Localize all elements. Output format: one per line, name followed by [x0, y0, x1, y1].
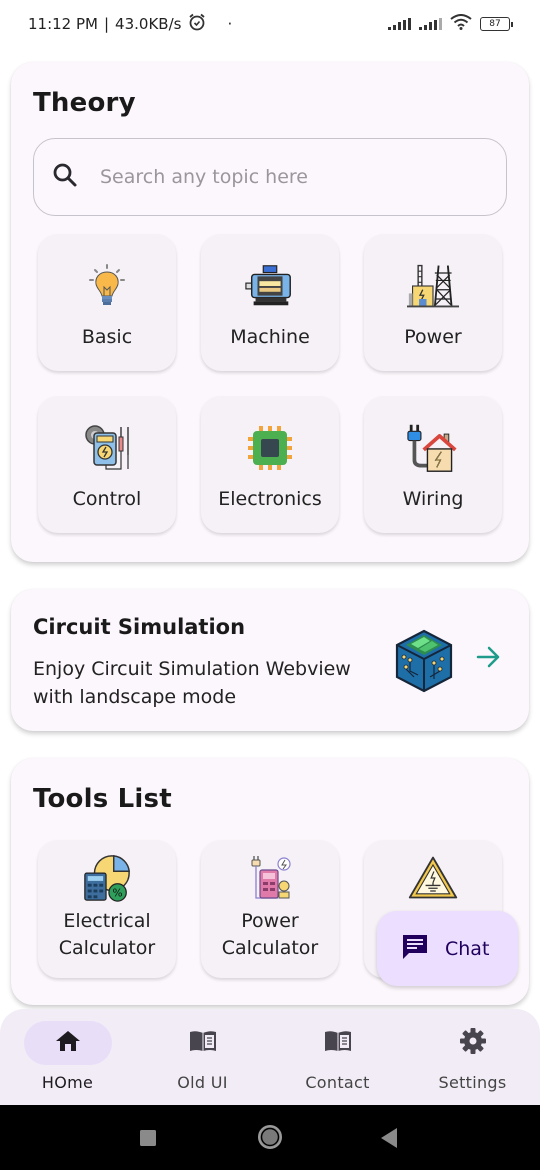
tool-item-electrical-calculator[interactable]: % Electrical Calculator [38, 840, 176, 978]
status-bar: 11:12 PM | 43.0KB/s · 87 [0, 0, 540, 48]
status-time: 11:12 PM [28, 15, 98, 33]
book-icon [323, 1029, 353, 1057]
home-button[interactable] [257, 1124, 283, 1154]
calculator-chart-icon: % [81, 852, 133, 904]
chat-button[interactable]: Chat [377, 911, 518, 986]
theory-grid: Basic Machine Power Control Electronics [38, 234, 502, 533]
theory-item-machine[interactable]: Machine [201, 234, 339, 371]
search-input[interactable] [100, 166, 506, 188]
back-button[interactable] [380, 1127, 398, 1153]
nav-indicator [429, 1021, 517, 1065]
gear-icon [459, 1027, 487, 1059]
simulation-description: Enjoy Circuit Simulation Webview with la… [33, 658, 351, 708]
signal-icon [388, 18, 411, 30]
house-plug-icon [407, 422, 459, 474]
tile-label: Power Calculator [221, 910, 319, 959]
arrow-right-icon[interactable] [476, 645, 502, 673]
tile-label: Electrical Calculator [58, 910, 156, 959]
theory-item-power[interactable]: Power [364, 234, 502, 371]
power-plant-icon [407, 260, 459, 312]
status-dot: · [227, 15, 233, 33]
battery-icon: 87 [480, 17, 513, 31]
search-box[interactable] [33, 138, 507, 216]
nav-item-settings[interactable]: Settings [405, 1009, 540, 1105]
tile-label: Basic [81, 326, 133, 348]
theory-title: Theory [33, 88, 136, 118]
tile-label: Wiring [402, 488, 464, 510]
signal-icon [419, 18, 442, 30]
motor-icon [244, 260, 296, 312]
wifi-icon [450, 14, 472, 34]
nav-item-home[interactable]: HOme [0, 1009, 135, 1105]
battery-level: 87 [489, 19, 501, 29]
nav-label: Settings [438, 1073, 507, 1092]
nav-indicator [23, 1021, 112, 1065]
tile-label: Electronics [218, 488, 322, 510]
status-right: 87 [388, 14, 513, 34]
svg-text:%: % [113, 887, 123, 899]
home-icon [55, 1029, 81, 1057]
power-calculator-icon [244, 852, 296, 904]
multimeter-icon [81, 422, 133, 474]
status-separator: | [103, 15, 110, 33]
theory-card: Theory Basic Machine Power [11, 62, 529, 562]
nav-indicator [159, 1021, 247, 1065]
theory-item-control[interactable]: Control [38, 396, 176, 533]
bottom-navigation: HOme Old UI Contact Settings [0, 1009, 540, 1105]
tile-label: Power [404, 326, 462, 348]
nav-label: Old UI [177, 1073, 228, 1092]
theory-item-basic[interactable]: Basic [38, 234, 176, 371]
nav-item-contact[interactable]: Contact [270, 1009, 405, 1105]
electrical-warning-icon [407, 852, 459, 904]
nav-label: Contact [305, 1073, 370, 1092]
nav-indicator [294, 1021, 382, 1065]
chat-icon [401, 933, 429, 965]
alarm-icon [187, 12, 207, 36]
chat-label: Chat [445, 937, 490, 960]
network-speed: 43.0KB/s [115, 15, 182, 33]
nav-item-old-ui[interactable]: Old UI [135, 1009, 270, 1105]
chip-icon [244, 422, 296, 474]
tools-title: Tools List [33, 784, 172, 814]
system-navigation-bar [0, 1105, 540, 1170]
theory-item-electronics[interactable]: Electronics [201, 396, 339, 533]
nav-label: HOme [41, 1073, 94, 1092]
status-left: 11:12 PM | 43.0KB/s · [28, 12, 232, 36]
tile-label: Control [72, 488, 142, 510]
theory-item-wiring[interactable]: Wiring [364, 396, 502, 533]
simulation-title: Circuit Simulation [33, 615, 246, 639]
tile-label: Machine [230, 326, 310, 348]
circuit-cube-icon [394, 629, 454, 697]
recents-button[interactable] [139, 1129, 157, 1151]
search-icon [52, 162, 100, 192]
tool-item-power-calculator[interactable]: Power Calculator [201, 840, 339, 978]
book-icon [188, 1029, 218, 1057]
lightbulb-icon [81, 260, 133, 312]
circuit-simulation-card[interactable]: Circuit Simulation Enjoy Circuit Simulat… [11, 589, 529, 731]
